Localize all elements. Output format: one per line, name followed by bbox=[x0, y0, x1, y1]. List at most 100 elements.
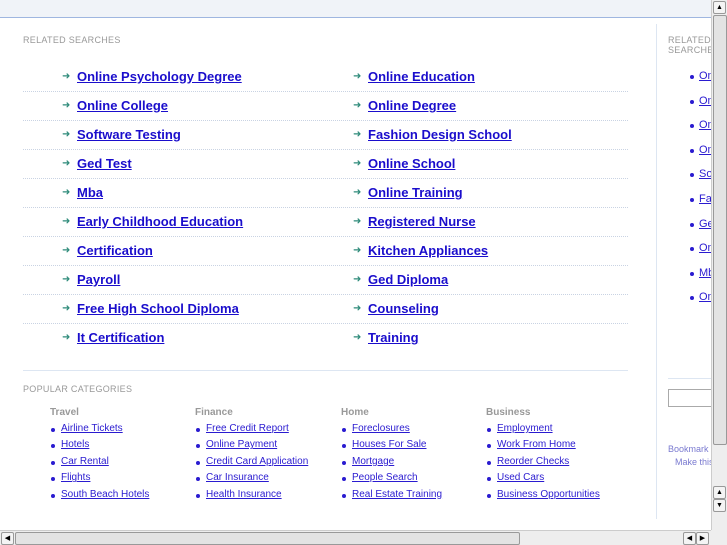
category-title: Business bbox=[486, 407, 531, 418]
sidebar-link[interactable]: Online School bbox=[699, 242, 711, 254]
related-link[interactable]: Training bbox=[368, 330, 419, 345]
sidebar-link[interactable]: Online College bbox=[699, 95, 711, 107]
category-link[interactable]: Hotels bbox=[61, 439, 89, 450]
related-link[interactable]: Kitchen Appliances bbox=[368, 243, 488, 258]
related-link[interactable]: Registered Nurse bbox=[368, 214, 476, 229]
category-link[interactable]: Credit Card Application bbox=[206, 456, 308, 467]
category-item: Business Opportunities bbox=[486, 489, 626, 505]
related-link[interactable]: Certification bbox=[77, 243, 153, 258]
horizontal-scroll-thumb[interactable] bbox=[15, 532, 520, 545]
sidebar-link[interactable]: Software Testing bbox=[699, 168, 711, 180]
arrow-icon: ➜ bbox=[353, 303, 362, 314]
sidebar-related-label: RELATED SEARCHES bbox=[668, 35, 711, 55]
category-link[interactable]: Free Credit Report bbox=[206, 423, 289, 434]
category-link[interactable]: Airline Tickets bbox=[61, 423, 123, 434]
category-item: Real Estate Training bbox=[341, 489, 481, 505]
related-link[interactable]: Online School bbox=[368, 156, 455, 171]
sidebar-item: Fashion Design School bbox=[688, 193, 711, 218]
category-link[interactable]: Flights bbox=[61, 472, 90, 483]
category-link[interactable]: Real Estate Training bbox=[352, 489, 442, 500]
related-link[interactable]: Early Childhood Education bbox=[77, 214, 243, 229]
category-link[interactable]: Car Rental bbox=[61, 456, 109, 467]
related-link[interactable]: Free High School Diploma bbox=[77, 301, 239, 316]
category-item: Work From Home bbox=[486, 439, 626, 455]
related-link[interactable]: Payroll bbox=[77, 272, 120, 287]
category-item: South Beach Hotels bbox=[50, 489, 190, 505]
scrollbar-corner bbox=[711, 530, 727, 545]
category-link[interactable]: Houses For Sale bbox=[352, 439, 426, 450]
sidebar-item: Online School bbox=[688, 242, 711, 267]
category-link[interactable]: South Beach Hotels bbox=[61, 489, 149, 500]
related-link[interactable]: Ged Diploma bbox=[368, 272, 448, 287]
category-link[interactable]: Business Opportunities bbox=[497, 489, 600, 500]
related-link[interactable]: Ged Test bbox=[77, 156, 132, 171]
related-row: ➜ It Certification ➜ Training bbox=[23, 324, 628, 353]
vertical-scrollbar[interactable]: ▲ ▲ ▼ bbox=[711, 0, 727, 530]
horizontal-scrollbar[interactable]: ◀ ◀ ▶ bbox=[0, 530, 711, 545]
sidebar-link[interactable]: Ged Test bbox=[699, 218, 711, 230]
sidebar-link[interactable]: Online Education bbox=[699, 119, 711, 131]
category-link[interactable]: Reorder Checks bbox=[497, 456, 569, 467]
category-item: Airline Tickets bbox=[50, 423, 190, 439]
category-link[interactable]: Foreclosures bbox=[352, 423, 410, 434]
related-link[interactable]: Online College bbox=[77, 98, 168, 113]
sidebar-related-list: Online Psychology Degree Online College On… bbox=[688, 70, 711, 316]
category-item: Used Cars bbox=[486, 472, 626, 488]
category-link[interactable]: Online Payment bbox=[206, 439, 277, 450]
related-link[interactable]: Online Education bbox=[368, 69, 475, 84]
sidebar-item: Mba bbox=[688, 267, 711, 292]
scroll-left-icon[interactable]: ◀ bbox=[1, 532, 14, 545]
related-link[interactable]: Online Training bbox=[368, 185, 463, 200]
sidebar-item: Online Education bbox=[688, 119, 711, 144]
related-link[interactable]: Online Degree bbox=[368, 98, 456, 113]
category-item: Free Credit Report bbox=[195, 423, 335, 439]
related-row: ➜ Software Testing ➜ Fashion Design School bbox=[23, 121, 628, 150]
scroll-up-icon[interactable]: ▲ bbox=[713, 1, 726, 14]
sidebar-link[interactable]: Fashion Design School bbox=[699, 193, 711, 205]
scroll-down-icon[interactable]: ▼ bbox=[713, 499, 726, 512]
related-row: ➜ Mba ➜ Online Training bbox=[23, 179, 628, 208]
related-row: ➜ Free High School Diploma ➜ Counseling bbox=[23, 295, 628, 324]
search-input[interactable] bbox=[668, 389, 711, 407]
category-link[interactable]: Employment bbox=[497, 423, 553, 434]
scroll-right-icon[interactable]: ▶ bbox=[696, 532, 709, 545]
arrow-icon: ➜ bbox=[353, 158, 362, 169]
top-bar bbox=[0, 0, 711, 18]
related-link[interactable]: Mba bbox=[77, 185, 103, 200]
category-link[interactable]: Work From Home bbox=[497, 439, 576, 450]
arrow-icon: ➜ bbox=[62, 129, 71, 140]
scroll-up-icon[interactable]: ▲ bbox=[713, 486, 726, 499]
arrow-icon: ➜ bbox=[353, 71, 362, 82]
arrow-icon: ➜ bbox=[62, 274, 71, 285]
column-divider bbox=[656, 24, 657, 519]
category-link[interactable]: People Search bbox=[352, 472, 418, 483]
related-link[interactable]: Software Testing bbox=[77, 127, 181, 142]
arrow-icon: ➜ bbox=[62, 71, 71, 82]
category-title: Travel bbox=[50, 407, 79, 418]
sidebar-item: Online Training bbox=[688, 291, 711, 316]
related-link[interactable]: Fashion Design School bbox=[368, 127, 512, 142]
sidebar-link[interactable]: Online Psychology Degree bbox=[699, 70, 711, 82]
divider bbox=[23, 370, 628, 371]
category-item: Foreclosures bbox=[341, 423, 481, 439]
sidebar-link[interactable]: Online Degree bbox=[699, 144, 711, 156]
homepage-link[interactable]: Make this your homepage bbox=[675, 457, 711, 467]
scroll-left-icon[interactable]: ◀ bbox=[683, 532, 696, 545]
category-finance: Finance Free Credit Report Online Payment C… bbox=[195, 407, 335, 505]
related-link[interactable]: Online Psychology Degree bbox=[77, 69, 242, 84]
arrow-icon: ➜ bbox=[353, 274, 362, 285]
related-row: ➜ Early Childhood Education ➜ Registered Nu… bbox=[23, 208, 628, 237]
bookmark-link[interactable]: Bookmark this page bbox=[668, 444, 711, 454]
sidebar-item: Online Psychology Degree bbox=[688, 70, 711, 95]
related-link[interactable]: It Certification bbox=[77, 330, 164, 345]
category-home: Home Foreclosures Houses For Sale Mortgage P… bbox=[341, 407, 481, 505]
vertical-scroll-thumb[interactable] bbox=[713, 15, 727, 445]
category-link[interactable]: Car Insurance bbox=[206, 472, 269, 483]
category-link[interactable]: Health Insurance bbox=[206, 489, 282, 500]
category-link[interactable]: Mortgage bbox=[352, 456, 394, 467]
sidebar-link[interactable]: Mba bbox=[699, 267, 711, 279]
sidebar-link[interactable]: Online Training bbox=[699, 291, 711, 303]
related-link[interactable]: Counseling bbox=[368, 301, 439, 316]
category-link[interactable]: Used Cars bbox=[497, 472, 544, 483]
sidebar-item: Software Testing bbox=[688, 168, 711, 193]
